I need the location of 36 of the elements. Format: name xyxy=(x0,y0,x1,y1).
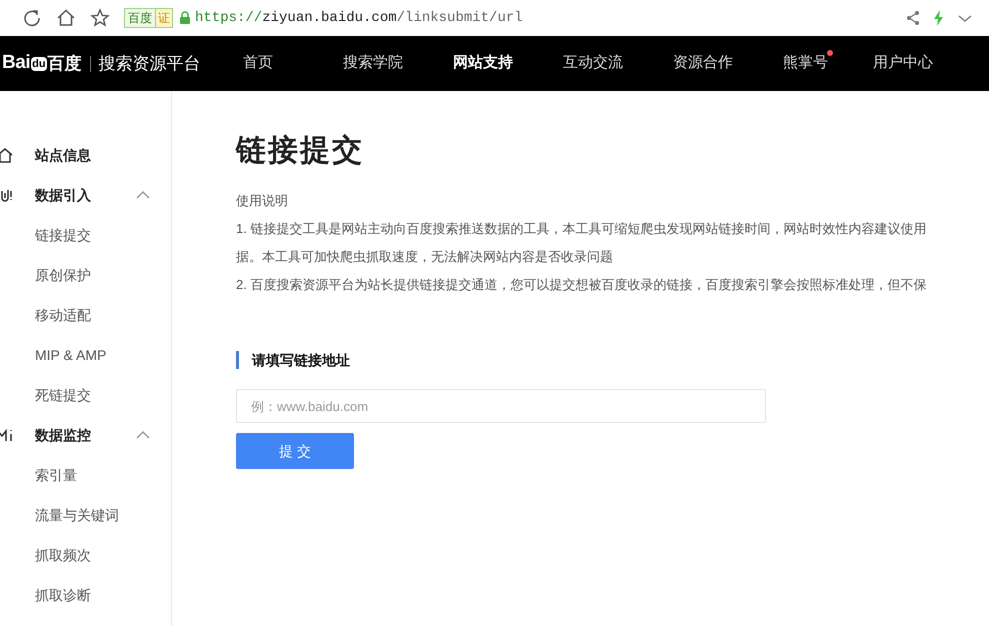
usage-text: 据。本工具可加快爬虫抓取速度，无法解决网站内容是否收录问题 xyxy=(236,248,614,266)
nav-tab[interactable]: 用户中心 xyxy=(873,52,983,75)
baidu-logo[interactable]: Bai du 百度 搜索资源平台 xyxy=(0,49,243,78)
nav-tab[interactable]: 资源合作 xyxy=(673,52,783,75)
nav-tab[interactable]: 互动交流 xyxy=(563,52,673,75)
sidebar-group[interactable]: 站点信息 xyxy=(0,135,171,175)
sidebar-item[interactable]: 死链提交 xyxy=(0,375,171,415)
usage-text: 2. 百度搜索资源平台为站长提供链接提交通道，您可以提交想被百度收录的链接，百度搜索引擎会按照标准处理，但不保 xyxy=(236,276,928,294)
badge-label: 百度 xyxy=(127,10,153,27)
sidebar-item[interactable]: 抓取频次 xyxy=(0,535,171,575)
house-icon xyxy=(0,147,13,163)
address-bar[interactable]: https://ziyuan.baidu.com/linksubmit/url xyxy=(195,8,523,28)
cert-label: 证 xyxy=(155,9,172,27)
star-icon[interactable] xyxy=(90,8,110,28)
reload-icon[interactable] xyxy=(22,8,42,28)
usage-heading: 使用说明 xyxy=(236,192,289,210)
url-input-field[interactable]: 例：www.baidu.com xyxy=(236,389,766,423)
sidebar-item[interactable]: MIP & AMP xyxy=(0,335,171,375)
sidebar-item[interactable]: 原创保护 xyxy=(0,255,171,295)
section-title: 请填写链接地址 xyxy=(252,350,350,370)
nav-tab[interactable]: 网站支持 xyxy=(453,52,563,75)
sidebar-item[interactable]: 链接提交 xyxy=(0,215,171,255)
nav-tab[interactable]: 熊掌号 xyxy=(783,52,873,75)
lock-icon xyxy=(179,11,191,25)
sidebar-group[interactable]: 数据监控 xyxy=(0,415,171,455)
page-title: 链接提交 xyxy=(236,133,365,169)
sidebar-group[interactable]: 数据引入 xyxy=(0,175,171,215)
submit-button[interactable]: 提 交 xyxy=(236,433,354,469)
sidebar-item[interactable]: 抓取诊断 xyxy=(0,575,171,615)
sidebar-item[interactable]: 移动适配 xyxy=(0,295,171,335)
nav-tab[interactable]: 搜索学院 xyxy=(343,52,453,75)
sidebar-item[interactable]: 流量与关键词 xyxy=(0,495,171,535)
usage-text: 1. 链接提交工具是网站主动向百度搜索推送数据的工具，本工具可缩短爬虫发现网站链接时间，网站时效性内容建议使用 xyxy=(236,220,928,238)
sidebar-item[interactable]: 索引量 xyxy=(0,455,171,495)
nav-tab[interactable]: 首页 xyxy=(243,52,343,75)
home-icon[interactable] xyxy=(56,8,76,28)
